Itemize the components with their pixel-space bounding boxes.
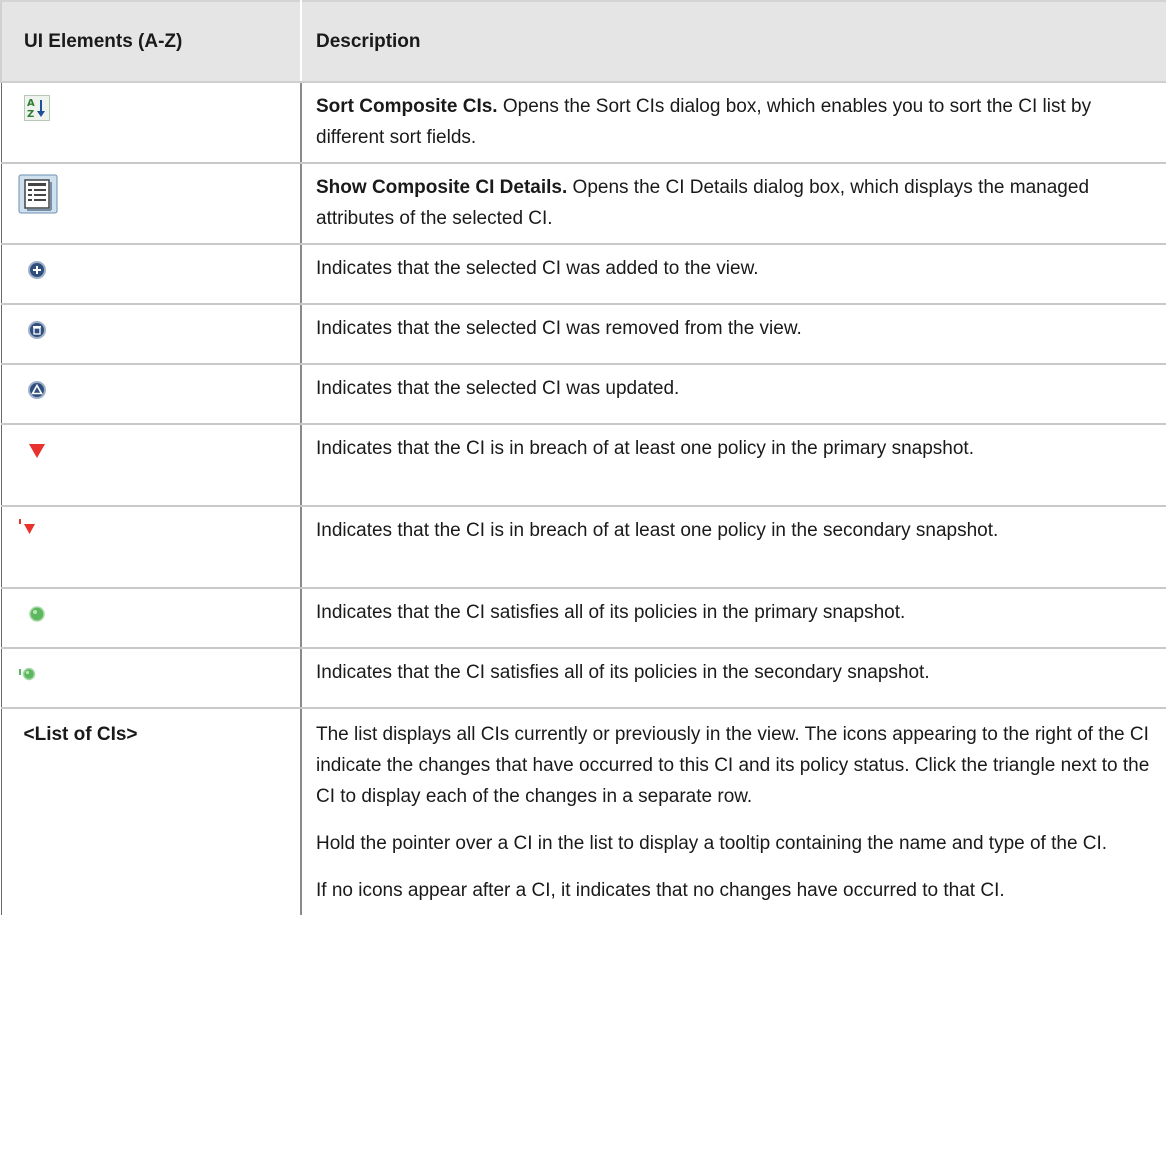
description-cell: Indicates that the CI satisfies all of i… xyxy=(301,648,1166,709)
removed-icon xyxy=(26,319,48,351)
sort-az-icon: A Z xyxy=(23,95,50,131)
table-row: A Z Sort Composite CIs. Opens the Sort C… xyxy=(0,82,1166,164)
column-header-ui-elements: UI Elements (A-Z) xyxy=(0,0,302,83)
table-row: Indicates that the CI is in breach of at… xyxy=(0,506,1166,589)
table-row: Show Composite CI Details. Opens the CI … xyxy=(0,163,1166,245)
description-paragraph: The list displays all CIs currently or p… xyxy=(316,724,1150,807)
ui-element-cell xyxy=(0,424,302,507)
breach-secondary-icon xyxy=(18,517,40,549)
ui-element-cell xyxy=(0,648,302,709)
description-paragraph: Hold the pointer over a CI in the list t… xyxy=(316,833,1108,854)
description-cell: Indicates that the selected CI was added… xyxy=(301,244,1166,305)
satisfies-secondary-icon xyxy=(18,663,40,695)
updated-icon xyxy=(26,379,48,411)
element-term: Sort Composite CIs. xyxy=(316,96,498,117)
element-description: Indicates that the selected CI was remov… xyxy=(316,318,802,339)
element-description: Indicates that the selected CI was added… xyxy=(316,258,759,279)
column-header-description: Description xyxy=(301,0,1166,83)
ui-element-cell: <List of CIs> xyxy=(0,708,302,915)
breach-primary-icon xyxy=(26,439,48,471)
element-description: Indicates that the CI satisfies all of i… xyxy=(316,662,930,683)
svg-text:A: A xyxy=(27,98,35,109)
table-row: Indicates that the selected CI was remov… xyxy=(0,304,1166,365)
ui-elements-table: UI Elements (A-Z) Description A Z Sort C… xyxy=(0,0,1166,915)
added-icon xyxy=(26,259,48,291)
table-row: Indicates that the selected CI was updat… xyxy=(0,364,1166,425)
description-cell: Show Composite CI Details. Opens the CI … xyxy=(301,163,1166,245)
table-header-row: UI Elements (A-Z) Description xyxy=(0,0,1166,83)
table-row: Indicates that the CI satisfies all of i… xyxy=(0,648,1166,709)
description-cell: Indicates that the CI is in breach of at… xyxy=(301,506,1166,589)
description-cell: Indicates that the CI satisfies all of i… xyxy=(301,588,1166,649)
element-description: Indicates that the CI satisfies all of i… xyxy=(316,602,906,623)
ui-element-cell xyxy=(0,588,302,649)
element-description: Indicates that the CI is in breach of at… xyxy=(316,438,974,459)
description-cell: The list displays all CIs currently or p… xyxy=(301,708,1166,915)
table-row: Indicates that the CI satisfies all of i… xyxy=(0,588,1166,649)
ui-element-cell xyxy=(0,163,302,245)
satisfies-primary-icon xyxy=(26,603,48,635)
ui-element-cell xyxy=(0,304,302,365)
table-row: <List of CIs> The list displays all CIs … xyxy=(0,708,1166,915)
ui-element-cell xyxy=(0,506,302,589)
ui-element-cell xyxy=(0,244,302,305)
table-row: Indicates that the selected CI was added… xyxy=(0,244,1166,305)
element-description: Indicates that the selected CI was updat… xyxy=(316,378,680,399)
description-cell: Indicates that the CI is in breach of at… xyxy=(301,424,1166,507)
list-of-cis-label: <List of CIs> xyxy=(23,724,138,745)
description-paragraph: If no icons appear after a CI, it indica… xyxy=(316,880,1005,901)
ui-element-cell xyxy=(0,364,302,425)
ui-element-cell: A Z xyxy=(0,82,302,164)
table-row: Indicates that the CI is in breach of at… xyxy=(0,424,1166,507)
description-cell: Indicates that the selected CI was updat… xyxy=(301,364,1166,425)
description-cell: Indicates that the selected CI was remov… xyxy=(301,304,1166,365)
element-term: Show Composite CI Details. xyxy=(316,177,568,198)
description-cell: Sort Composite CIs. Opens the Sort CIs d… xyxy=(301,82,1166,164)
svg-text:Z: Z xyxy=(27,109,34,120)
details-icon xyxy=(18,174,58,224)
element-description: Indicates that the CI is in breach of at… xyxy=(316,520,999,541)
